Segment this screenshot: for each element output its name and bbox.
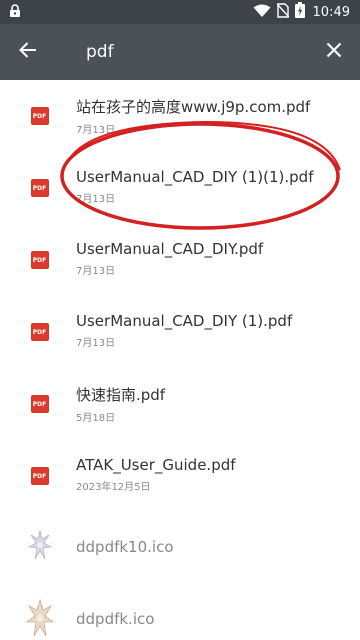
file-name: ddpdfk.ico: [76, 610, 155, 628]
file-date: 7月13日: [76, 266, 116, 277]
back-button[interactable]: [0, 24, 56, 80]
list-item[interactable]: PDF UserManual_CAD_DIY.pdf 7月13日: [0, 224, 360, 296]
pdf-file-icon: PDF: [30, 323, 49, 341]
search-input[interactable]: [86, 42, 286, 62]
file-name: 快速指南.pdf: [76, 386, 166, 404]
search-app-bar: [0, 24, 360, 80]
list-item[interactable]: PDF 快速指南.pdf 5月18日: [0, 368, 360, 440]
image-file-icon: [25, 598, 55, 640]
search-results-list: PDF 站在孩子的高度www.j9p.com.pdf 7月13日 PDF Use…: [0, 80, 360, 640]
file-date: 7月13日: [76, 338, 116, 349]
file-date: 5月18日: [76, 413, 116, 424]
list-item[interactable]: PDF UserManual_CAD_DIY (1).pdf 7月13日: [0, 296, 360, 368]
pdf-file-icon: PDF: [30, 395, 49, 413]
file-name: ddpdfk10.ico: [76, 538, 174, 556]
file-date: 2023年12月5日: [76, 482, 151, 493]
file-date: 7月13日: [76, 194, 116, 205]
file-name: UserManual_CAD_DIY (1)(1).pdf: [76, 168, 314, 186]
list-item[interactable]: ddpdfk10.ico: [0, 512, 360, 584]
file-name: UserManual_CAD_DIY (1).pdf: [76, 312, 293, 330]
file-date: 7月13日: [76, 125, 116, 136]
list-item[interactable]: PDF ATAK_User_Guide.pdf 2023年12月5日: [0, 440, 360, 512]
clear-search-button[interactable]: [322, 40, 346, 64]
pdf-file-icon: PDF: [30, 179, 49, 197]
battery-charging-icon: [294, 2, 305, 22]
wifi-icon: [253, 3, 271, 22]
no-sim-icon: [276, 2, 290, 22]
pdf-file-icon: PDF: [30, 251, 49, 269]
list-item[interactable]: ddpdfk.ico: [0, 584, 360, 640]
list-item[interactable]: PDF 站在孩子的高度www.j9p.com.pdf 7月13日: [0, 80, 360, 152]
image-file-icon: [27, 529, 53, 567]
clock: 10:49: [312, 4, 350, 20]
close-icon: [326, 42, 342, 62]
pdf-file-icon: PDF: [30, 107, 49, 125]
arrow-back-icon: [19, 41, 37, 63]
status-bar: 10:49: [0, 0, 360, 24]
pdf-file-icon: PDF: [30, 467, 49, 485]
list-item[interactable]: PDF UserManual_CAD_DIY (1)(1).pdf 7月13日: [0, 152, 360, 224]
file-name: 站在孩子的高度www.j9p.com.pdf: [76, 98, 311, 116]
lock-icon: [8, 3, 22, 22]
file-name: UserManual_CAD_DIY.pdf: [76, 240, 264, 258]
file-name: ATAK_User_Guide.pdf: [76, 456, 236, 474]
